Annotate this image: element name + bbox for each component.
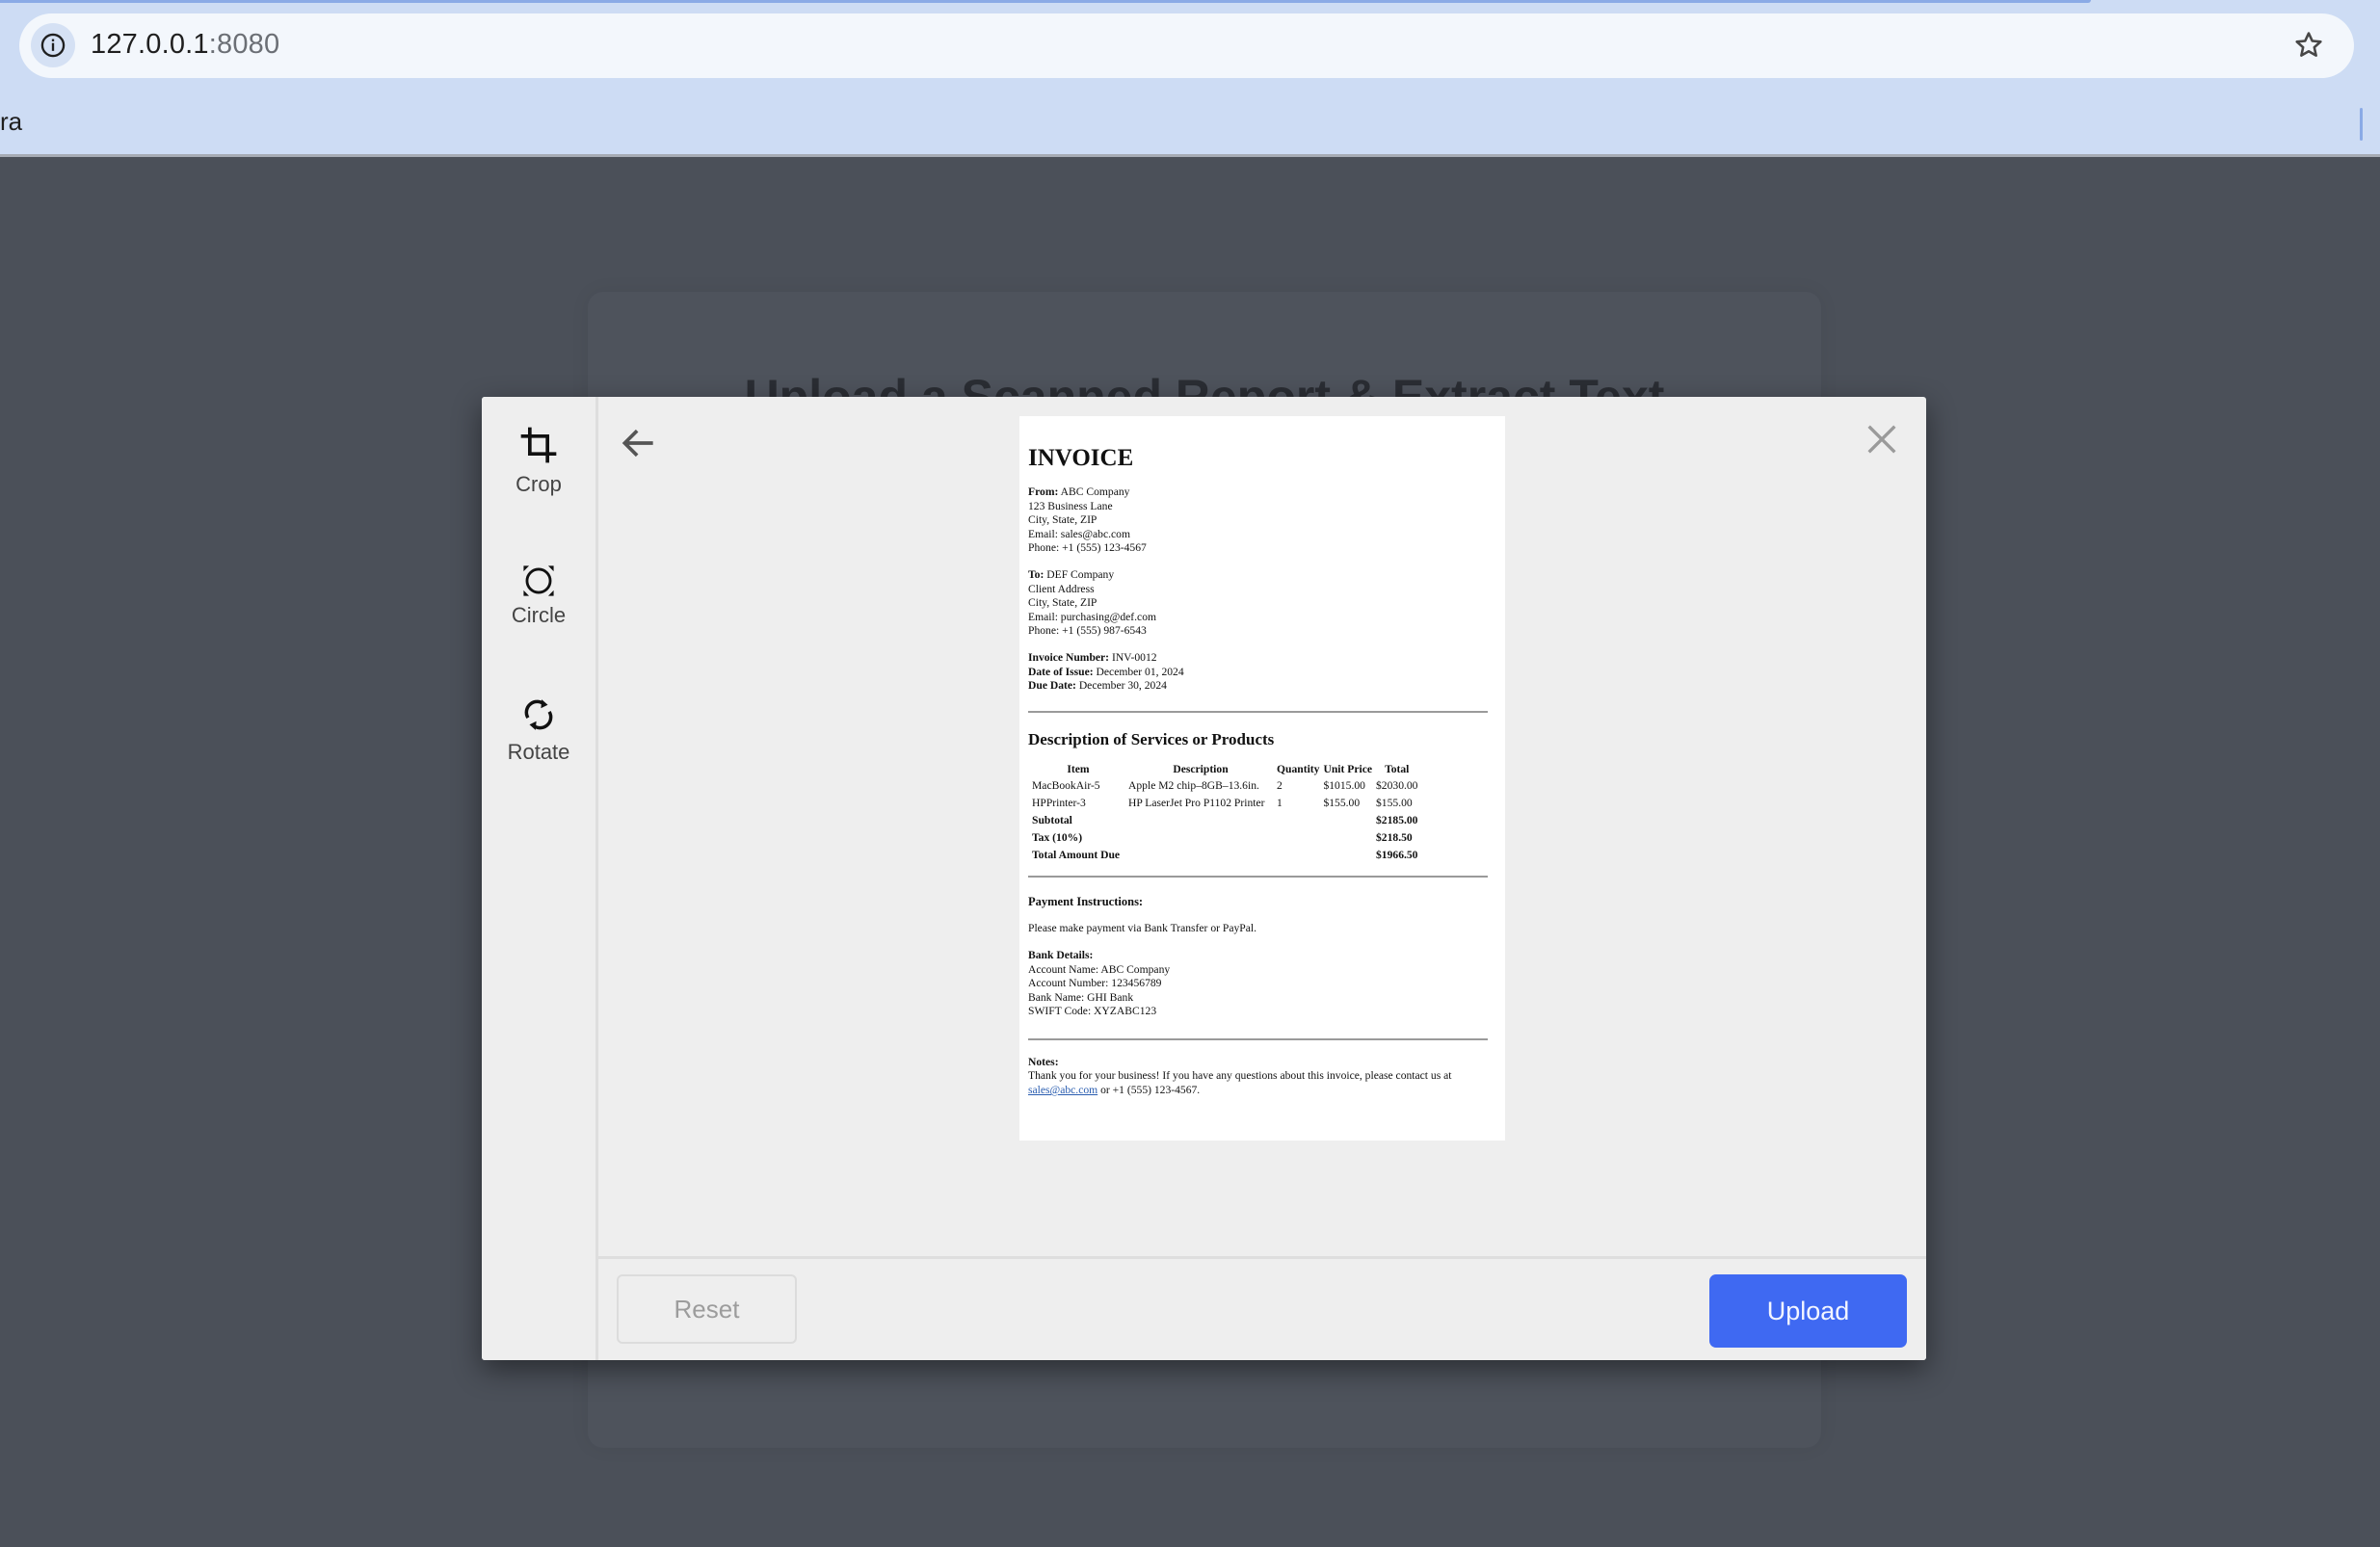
crop-tool-button[interactable]: Crop [482, 424, 595, 497]
payment-text: Please make payment via Bank Transfer or… [1028, 922, 1256, 935]
url-text[interactable]: 127.0.0.1:8080 [91, 29, 279, 61]
editor-footer: Reset Upload [598, 1256, 1926, 1360]
notes: Notes: Thank you for your business! If y… [1028, 1056, 1488, 1098]
invoice-title: INVOICE [1028, 445, 1134, 471]
invoice-preview[interactable]: INVOICE From: ABC Company 123 Business L… [1019, 416, 1505, 1141]
circle-tool-button[interactable]: Circle [482, 561, 595, 628]
rotate-tool-button[interactable]: Rotate [482, 695, 595, 765]
from-line: Email: sales@abc.com [1028, 527, 1130, 540]
to-line: City, State, ZIP [1028, 596, 1097, 610]
cell: MacBookAir-5 [1032, 778, 1100, 792]
column-header: Item [1067, 762, 1090, 775]
summary-value: $2185.00 [1376, 813, 1418, 826]
summary-value: $218.50 [1376, 830, 1413, 844]
editor-toolbar: Crop Circle Rotate [482, 397, 598, 1360]
to-label: To: [1028, 567, 1045, 581]
meta-label: Date of Issue: [1028, 665, 1094, 678]
to-line: Email: purchasing@def.com [1028, 610, 1157, 623]
notes-heading: Notes: [1028, 1055, 1059, 1068]
column-header: Total [1385, 762, 1410, 775]
summary-label: Subtotal [1032, 813, 1072, 826]
tab-strip [0, 0, 2091, 3]
to-name: DEF Company [1046, 567, 1115, 581]
url-port: :8080 [208, 29, 280, 60]
summary-row: Tax (10%) $218.50 [1030, 829, 1419, 847]
table-row: MacBookAir-5 Apple M2 chip–8GB–13.6in. 2… [1030, 777, 1419, 795]
cell: $155.00 [1323, 796, 1361, 809]
bank-details: Bank Details: Account Name: ABC Company … [1028, 949, 1488, 1019]
from-line: Phone: +1 (555) 123-4567 [1028, 541, 1147, 555]
meta-label: Invoice Number: [1028, 650, 1110, 664]
browser-chrome: 127.0.0.1:8080 ra [0, 0, 2380, 157]
rotate-label: Rotate [507, 740, 570, 764]
info-icon[interactable] [31, 23, 75, 67]
rotate-icon [524, 699, 553, 730]
divider [1028, 1037, 1488, 1040]
to-line: Client Address [1028, 582, 1095, 595]
column-header: Quantity [1277, 762, 1320, 775]
close-icon [1867, 425, 1896, 454]
summary-label: Tax (10%) [1032, 830, 1083, 844]
from-name: ABC Company [1060, 485, 1130, 498]
crop-icon [520, 427, 557, 463]
cell: Apple M2 chip–8GB–13.6in. [1128, 778, 1259, 792]
arrow-left-icon [621, 429, 653, 458]
editor-canvas-area: INVOICE From: ABC Company 123 Business L… [598, 397, 1926, 1360]
back-button[interactable] [618, 422, 660, 464]
summary-value: $1966.50 [1376, 848, 1418, 861]
cell: $155.00 [1376, 796, 1413, 809]
items-table: Item Description Quantity Unit Price Tot… [1030, 761, 1419, 864]
column-header: Description [1173, 762, 1229, 775]
address-bar[interactable]: 127.0.0.1:8080 [19, 13, 2354, 78]
circle-crop-icon [523, 565, 554, 596]
bank-heading: Bank Details: [1028, 948, 1094, 961]
upload-button[interactable]: Upload [1709, 1274, 1907, 1348]
notes-text: or +1 (555) 123-4567. [1097, 1084, 1201, 1097]
items-heading: Description of Services or Products [1028, 729, 1275, 748]
reset-button[interactable]: Reset [617, 1274, 797, 1344]
summary-row: Subtotal $2185.00 [1030, 812, 1419, 829]
circle-label: Circle [511, 603, 567, 627]
payment-heading: Payment Instructions: [1028, 894, 1144, 908]
meta-value: December 01, 2024 [1096, 665, 1184, 678]
chrome-divider [0, 154, 2380, 157]
cell: HP LaserJet Pro P1102 Printer [1128, 796, 1265, 809]
cell: 2 [1277, 778, 1283, 792]
bookmark-bar-divider [2360, 108, 2363, 141]
meta-value: December 30, 2024 [1078, 679, 1167, 693]
to-block: To: DEF Company Client Address City, Sta… [1028, 568, 1488, 639]
bank-line: Account Name: ABC Company [1028, 962, 1171, 976]
image-editor-modal: Crop Circle Rotate INVOICE From: ABC Com… [482, 397, 1926, 1360]
bank-line: Account Number: 123456789 [1028, 977, 1162, 990]
crop-label: Crop [516, 472, 562, 496]
bookmark-item[interactable]: ra [0, 107, 22, 137]
invoice-meta: Invoice Number: INV-0012 Date of Issue: … [1028, 651, 1488, 694]
from-label: From: [1028, 485, 1059, 498]
bank-line: SWIFT Code: XYZABC123 [1028, 1005, 1157, 1018]
divider [1028, 710, 1488, 713]
star-icon[interactable] [2292, 29, 2325, 62]
column-header: Unit Price [1323, 762, 1372, 775]
divider [1028, 875, 1488, 878]
cell: $1015.00 [1323, 778, 1365, 792]
from-line: City, State, ZIP [1028, 513, 1097, 527]
meta-value: INV-0012 [1111, 650, 1157, 664]
notes-email-link[interactable]: sales@abc.com [1028, 1084, 1097, 1096]
close-button[interactable] [1863, 420, 1905, 462]
from-line: 123 Business Lane [1028, 499, 1113, 512]
url-host: 127.0.0.1 [91, 29, 209, 60]
from-block: From: ABC Company 123 Business Lane City… [1028, 485, 1488, 556]
table-header-row: Item Description Quantity Unit Price Tot… [1030, 761, 1419, 777]
cell: HPPrinter-3 [1032, 796, 1086, 809]
notes-text: Thank you for your business! If you have… [1028, 1069, 1452, 1083]
meta-label: Due Date: [1028, 679, 1076, 693]
summary-label: Total Amount Due [1032, 848, 1121, 861]
cell: $2030.00 [1376, 778, 1418, 792]
to-line: Phone: +1 (555) 987-6543 [1028, 624, 1147, 638]
bank-line: Bank Name: GHI Bank [1028, 990, 1134, 1004]
cell: 1 [1277, 796, 1283, 809]
table-row: HPPrinter-3 HP LaserJet Pro P1102 Printe… [1030, 795, 1419, 812]
summary-row: Total Amount Due $1966.50 [1030, 847, 1419, 864]
